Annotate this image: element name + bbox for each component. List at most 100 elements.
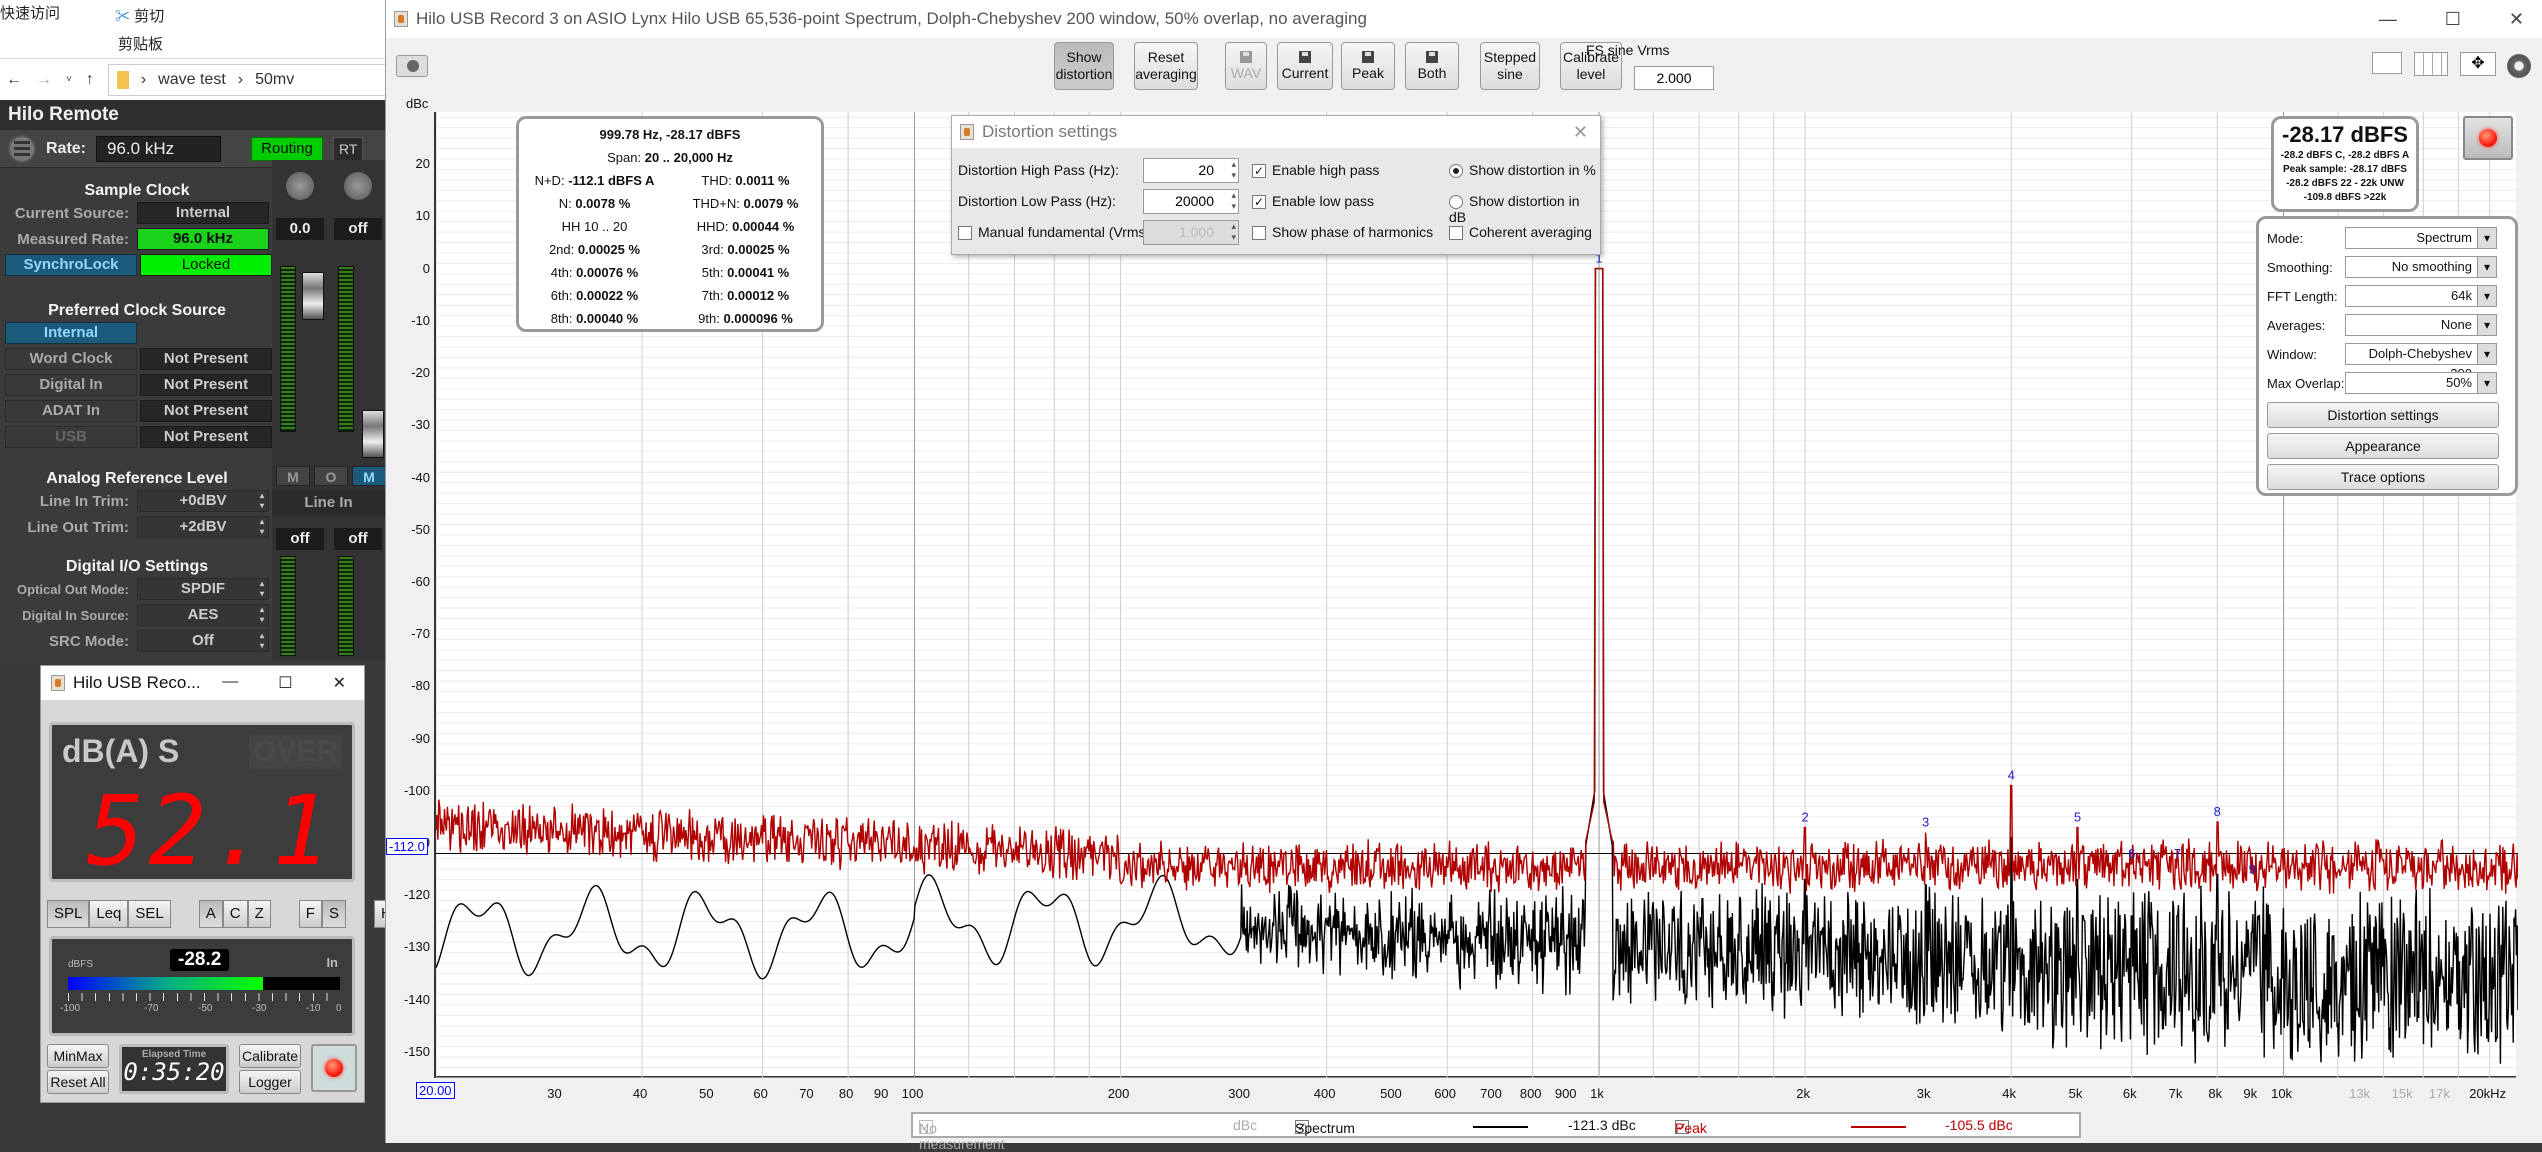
clock-source-internal[interactable]: Internal xyxy=(5,322,137,344)
mute-left-button[interactable]: M xyxy=(276,466,310,486)
close-icon[interactable]: ✕ xyxy=(2509,9,2524,30)
enable-low-pass-checkbox[interactable]: ✓ xyxy=(1252,195,1266,210)
a-weight-button[interactable]: A xyxy=(198,900,223,928)
axis-limits-icon[interactable] xyxy=(2372,52,2402,74)
src-mode-label: SRC Mode: xyxy=(49,632,129,650)
x-tick-label: 30 xyxy=(547,1086,562,1101)
breadcrumb-50mv[interactable]: 50mv xyxy=(255,71,294,89)
minimize-icon[interactable]: — xyxy=(2379,9,2397,30)
max-overlap-select[interactable]: 50% xyxy=(2345,372,2497,394)
cut-button[interactable]: ✂ 剪切 xyxy=(115,5,164,26)
src-mode-select[interactable]: Off xyxy=(137,630,269,652)
averages-select[interactable]: None xyxy=(2345,314,2497,336)
clock-source-usb[interactable]: USB xyxy=(5,426,137,448)
recent-chevron-icon[interactable]: ˅ xyxy=(66,74,72,85)
mute-right-button[interactable]: M xyxy=(352,466,386,486)
back-arrow-icon[interactable]: ← xyxy=(6,71,22,89)
enable-high-pass-checkbox[interactable]: ✓ xyxy=(1252,164,1266,179)
record-button[interactable] xyxy=(2463,116,2513,160)
minimize-icon[interactable]: — xyxy=(222,673,238,693)
layout-columns-icon[interactable] xyxy=(2414,52,2448,76)
show-db-radio[interactable] xyxy=(1449,195,1463,210)
synchrolock-button[interactable]: SynchroLock xyxy=(5,254,137,276)
pan-knob-left[interactable] xyxy=(286,172,314,200)
distortion-info-box: 999.78 Hz, -28.17 dBFS Span: 20 .. 20,00… xyxy=(516,116,824,332)
peak-label: Peak xyxy=(1675,1120,1707,1136)
appearance-button[interactable]: Appearance xyxy=(2267,433,2499,459)
trace-options-button[interactable]: Trace options xyxy=(2267,464,2499,490)
manual-fundamental-checkbox[interactable] xyxy=(958,226,972,241)
link-button[interactable]: O xyxy=(314,466,348,486)
minmax-button[interactable]: MinMax xyxy=(47,1044,109,1068)
stepped-sine-button[interactable]: Stepped sine xyxy=(1480,42,1540,90)
fader-left[interactable] xyxy=(302,272,324,320)
clock-source-adat-in[interactable]: ADAT In xyxy=(5,400,137,422)
maximize-icon[interactable]: ☐ xyxy=(2445,9,2461,30)
z-weight-button[interactable]: Z xyxy=(247,900,271,928)
record-button[interactable] xyxy=(311,1044,357,1092)
slow-button[interactable]: S xyxy=(321,900,346,928)
clock-source-digital-in[interactable]: Digital In xyxy=(5,374,137,396)
logger-button[interactable]: Logger xyxy=(239,1070,301,1094)
fft-length-select[interactable]: 64k xyxy=(2345,285,2497,307)
rate-select[interactable]: 96.0 kHz xyxy=(96,135,222,162)
camera-icon[interactable] xyxy=(396,55,428,77)
show-percent-radio[interactable] xyxy=(1449,164,1463,179)
fs-sine-label: FS sine Vrms xyxy=(1586,42,1670,58)
digital-in-source-select[interactable]: AES xyxy=(137,604,269,626)
distortion-settings-button[interactable]: Distortion settings xyxy=(2267,402,2499,428)
hamburger-menu-icon[interactable] xyxy=(8,134,36,163)
fader-right[interactable] xyxy=(362,410,384,458)
fs-sine-input[interactable]: 2.000 xyxy=(1634,66,1714,90)
cut-label: 剪切 xyxy=(134,8,165,25)
up-arrow-icon[interactable]: ↑ xyxy=(86,71,94,89)
metric-label: 3rd: xyxy=(701,242,724,257)
show-distortion-button[interactable]: Show distortion xyxy=(1054,42,1114,90)
low-pass-spinner[interactable]: 20000 xyxy=(1143,189,1239,214)
save-peak-button[interactable]: Peak xyxy=(1341,42,1395,90)
elapsed-time-display: Elapsed Time 0:35:20 xyxy=(119,1044,229,1094)
mode-select[interactable]: Spectrum xyxy=(2345,227,2497,249)
leq-button[interactable]: Leq xyxy=(89,900,129,928)
metric-value: 0.00025 % xyxy=(727,242,790,257)
line-out-trim-select[interactable]: +2dBV xyxy=(137,516,269,538)
distortion-metric: 9th: 0.000096 % xyxy=(670,307,821,330)
save-both-button[interactable]: Both xyxy=(1405,42,1459,90)
smoothing-select[interactable]: No smoothing xyxy=(2345,256,2497,278)
mixer-strip: 0.0 off M O M Line In off off xyxy=(272,160,386,660)
forward-arrow-icon[interactable]: → xyxy=(36,71,52,89)
scale-label: 0 xyxy=(336,1003,342,1014)
clock-source-word-clock[interactable]: Word Clock xyxy=(5,348,137,370)
maximize-icon[interactable]: ☐ xyxy=(278,673,292,693)
quick-access-label[interactable]: 快速访问 xyxy=(0,2,60,23)
close-icon[interactable]: ✕ xyxy=(1573,122,1588,143)
fast-button[interactable]: F xyxy=(298,900,322,928)
address-bar[interactable]: › wave test › 50mv xyxy=(107,63,390,96)
routing-button[interactable]: Routing xyxy=(251,136,324,161)
reset-averaging-button[interactable]: Reset averaging xyxy=(1134,42,1198,90)
optical-out-select[interactable]: SPDIF xyxy=(137,578,269,600)
c-weight-button[interactable]: C xyxy=(222,900,248,928)
scale-label: -30 xyxy=(252,1003,267,1014)
show-phase-checkbox[interactable] xyxy=(1252,226,1266,241)
coherent-averaging-checkbox[interactable] xyxy=(1449,226,1463,241)
pan-arrows-icon[interactable]: ✥ xyxy=(2460,52,2496,76)
close-icon[interactable]: ✕ xyxy=(333,673,346,693)
high-pass-spinner[interactable]: 20 xyxy=(1143,158,1239,183)
line-in-trim-select[interactable]: +0dBV xyxy=(137,490,269,512)
pan-knob-right[interactable] xyxy=(344,172,372,200)
sel-button[interactable]: SEL xyxy=(128,900,171,928)
wav-button[interactable]: WAV xyxy=(1225,42,1267,90)
manual-fundamental-spinner[interactable]: 1.000 xyxy=(1143,220,1239,245)
window-select[interactable]: Dolph-Chebyshev 200 xyxy=(2345,343,2497,381)
breadcrumb-wave-test[interactable]: wave test xyxy=(158,71,226,89)
digital-in-status: Not Present xyxy=(140,374,272,396)
x-tick-label: 3k xyxy=(1916,1086,1931,1101)
no-measurement-label: No measurement xyxy=(919,1120,1005,1152)
rt-button[interactable]: RT xyxy=(333,136,364,161)
gear-icon[interactable] xyxy=(2507,54,2531,78)
reset-all-button[interactable]: Reset All xyxy=(47,1070,109,1094)
spl-button[interactable]: SPL xyxy=(47,900,90,928)
calibrate-button[interactable]: Calibrate xyxy=(239,1044,301,1068)
save-current-button[interactable]: Current xyxy=(1277,42,1333,90)
